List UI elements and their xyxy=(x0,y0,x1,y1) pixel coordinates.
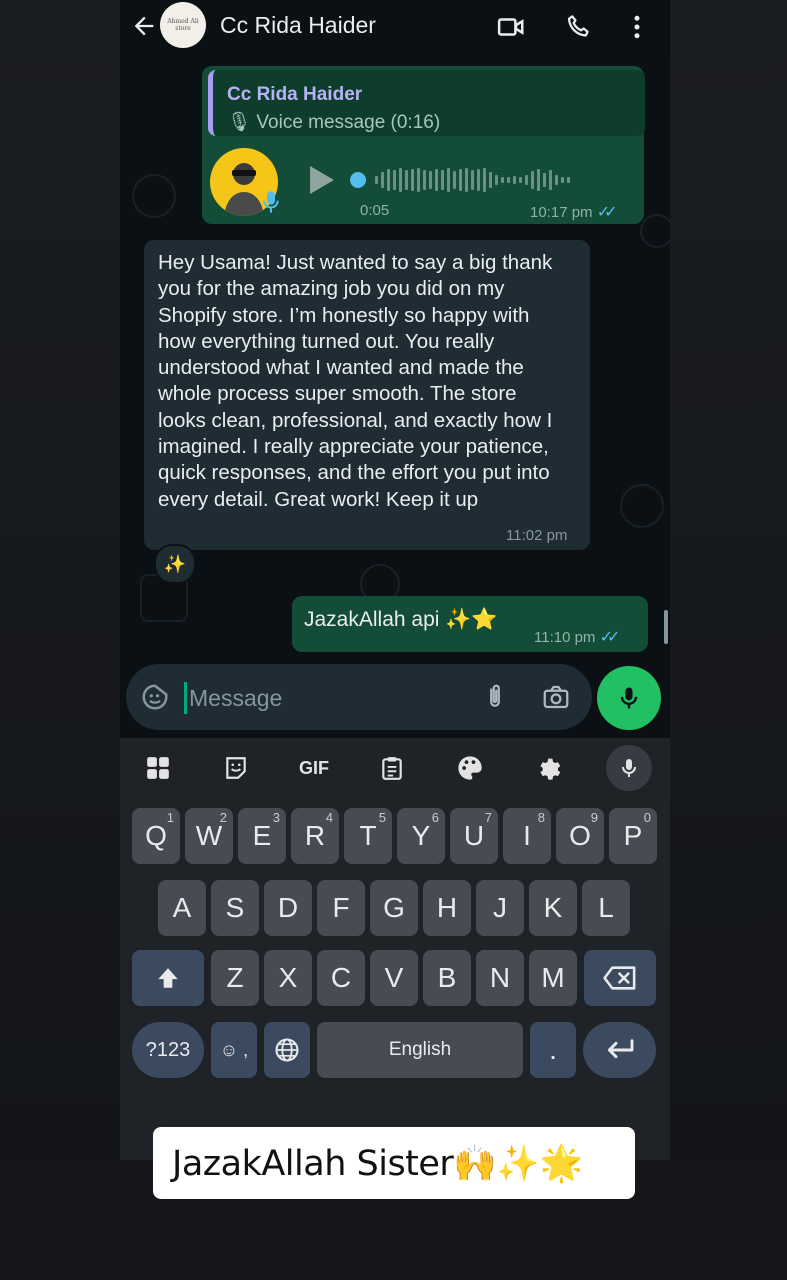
outgoing-message-bubble[interactable]: JazakAllah api ✨⭐ 11:10 pm ✓✓ xyxy=(292,596,648,652)
gif-button[interactable]: GIF xyxy=(296,750,332,786)
outgoing-time-text: 11:10 pm xyxy=(534,629,596,646)
key-f[interactable]: F xyxy=(317,880,365,936)
clipboard-icon[interactable] xyxy=(374,750,410,786)
key-q[interactable]: Q1 xyxy=(132,808,180,864)
key-z[interactable]: Z xyxy=(211,950,259,1006)
quoted-message[interactable]: Cc Rida Haider 🎙 Voice message (0:16) xyxy=(208,70,645,136)
backspace-icon xyxy=(603,966,636,990)
message-reaction[interactable]: ✨ xyxy=(154,544,196,584)
key-n[interactable]: N xyxy=(476,950,524,1006)
keyboard-mic-icon[interactable] xyxy=(606,745,652,791)
attach-paperclip-icon[interactable] xyxy=(480,682,510,712)
key-o[interactable]: O9 xyxy=(556,808,604,864)
enter-arrow-icon xyxy=(607,1039,633,1059)
key-w[interactable]: W2 xyxy=(185,808,233,864)
avatar-logo-text: Ahmed Ali store xyxy=(167,18,199,32)
key-d[interactable]: D xyxy=(264,880,312,936)
backspace-key[interactable] xyxy=(584,950,656,1006)
chat-header: Ahmed Ali store Cc Rida Haider xyxy=(120,0,670,56)
key-r[interactable]: R4 xyxy=(291,808,339,864)
outgoing-timestamp: 11:10 pm ✓✓ xyxy=(534,627,621,647)
key-l[interactable]: L xyxy=(582,880,630,936)
playback-scrubber[interactable] xyxy=(350,172,366,188)
key-c[interactable]: C xyxy=(317,950,365,1006)
key-h[interactable]: H xyxy=(423,880,471,936)
caption-text: JazakAllah Sister🙌✨🌟 xyxy=(172,1143,583,1184)
outer-left-background xyxy=(0,0,120,1280)
mic-icon xyxy=(620,687,638,709)
outer-right-background xyxy=(670,0,787,1280)
period-key[interactable]: . xyxy=(530,1022,576,1078)
on-screen-keyboard: GIF Q1 W2 E3 R4 T5 Y6 U7 I8 O9 P0 A S D … xyxy=(120,738,670,1160)
camera-icon[interactable] xyxy=(540,682,572,712)
voice-position: 0:05 xyxy=(360,202,390,219)
phone-call-icon[interactable] xyxy=(564,12,594,42)
key-s[interactable]: S xyxy=(211,880,259,936)
voice-time-text: 10:17 pm xyxy=(530,204,593,221)
space-bar[interactable]: English xyxy=(317,1022,523,1078)
read-ticks-icon: ✓✓ xyxy=(599,629,621,646)
message-composer xyxy=(126,664,592,730)
globe-icon xyxy=(275,1038,299,1062)
contact-name[interactable]: Cc Rida Haider xyxy=(220,12,376,39)
palette-icon[interactable] xyxy=(452,750,488,786)
symbols-key[interactable]: ?123 xyxy=(132,1022,204,1078)
key-v[interactable]: V xyxy=(370,950,418,1006)
back-arrow-icon[interactable] xyxy=(130,12,158,40)
key-i[interactable]: I8 xyxy=(503,808,551,864)
caption-overlay: JazakAllah Sister🙌✨🌟 xyxy=(153,1127,635,1199)
contact-avatar[interactable]: Ahmed Ali store xyxy=(160,2,206,48)
key-u[interactable]: U7 xyxy=(450,808,498,864)
incoming-message-text: Hey Usama! Just wanted to say a big than… xyxy=(158,251,553,511)
key-b[interactable]: B xyxy=(423,950,471,1006)
emoji-comma-key[interactable]: ☺ , xyxy=(211,1022,257,1078)
video-call-icon[interactable] xyxy=(496,12,526,42)
read-ticks-icon: ✓✓ xyxy=(596,204,618,221)
shift-arrow-icon xyxy=(158,968,178,988)
key-k[interactable]: K xyxy=(529,880,577,936)
quoted-sender: Cc Rida Haider xyxy=(227,84,363,105)
key-t[interactable]: T5 xyxy=(344,808,392,864)
sticker-emoji-icon[interactable] xyxy=(140,682,170,712)
key-j[interactable]: J xyxy=(476,880,524,936)
phone-screen: Ahmed Ali store Cc Rida Haider Cc Rida H… xyxy=(120,0,670,1160)
incoming-message-bubble[interactable]: Hey Usama! Just wanted to say a big than… xyxy=(144,240,590,550)
apps-grid-icon[interactable] xyxy=(140,750,176,786)
voice-waveform[interactable] xyxy=(350,164,630,196)
sticker-icon[interactable] xyxy=(218,750,254,786)
more-options-icon[interactable] xyxy=(622,12,652,42)
key-y[interactable]: Y6 xyxy=(397,808,445,864)
enter-key[interactable] xyxy=(583,1022,656,1078)
voice-mic-badge-icon xyxy=(263,191,279,213)
key-e[interactable]: E3 xyxy=(238,808,286,864)
play-icon[interactable] xyxy=(310,166,334,194)
language-key[interactable] xyxy=(264,1022,310,1078)
message-input[interactable] xyxy=(184,682,471,714)
key-x[interactable]: X xyxy=(264,950,312,1006)
scroll-indicator[interactable] xyxy=(664,610,668,644)
shift-key[interactable] xyxy=(132,950,204,1006)
incoming-timestamp: 11:02 pm xyxy=(506,527,568,544)
key-a[interactable]: A xyxy=(158,880,206,936)
key-g[interactable]: G xyxy=(370,880,418,936)
quoted-voice-text: Voice message (0:16) xyxy=(256,112,441,133)
key-p[interactable]: P0 xyxy=(609,808,657,864)
gear-icon[interactable] xyxy=(530,750,566,786)
outgoing-message-text: JazakAllah api ✨⭐ xyxy=(304,608,498,631)
voice-message-bubble[interactable]: Cc Rida Haider 🎙 Voice message (0:16) 0:… xyxy=(202,66,645,224)
voice-record-button[interactable] xyxy=(597,666,661,730)
key-m[interactable]: M xyxy=(529,950,577,1006)
quoted-voice-label: 🎙 Voice message (0:16) xyxy=(227,112,441,133)
voice-timestamp: 10:17 pm ✓✓ xyxy=(530,202,618,222)
